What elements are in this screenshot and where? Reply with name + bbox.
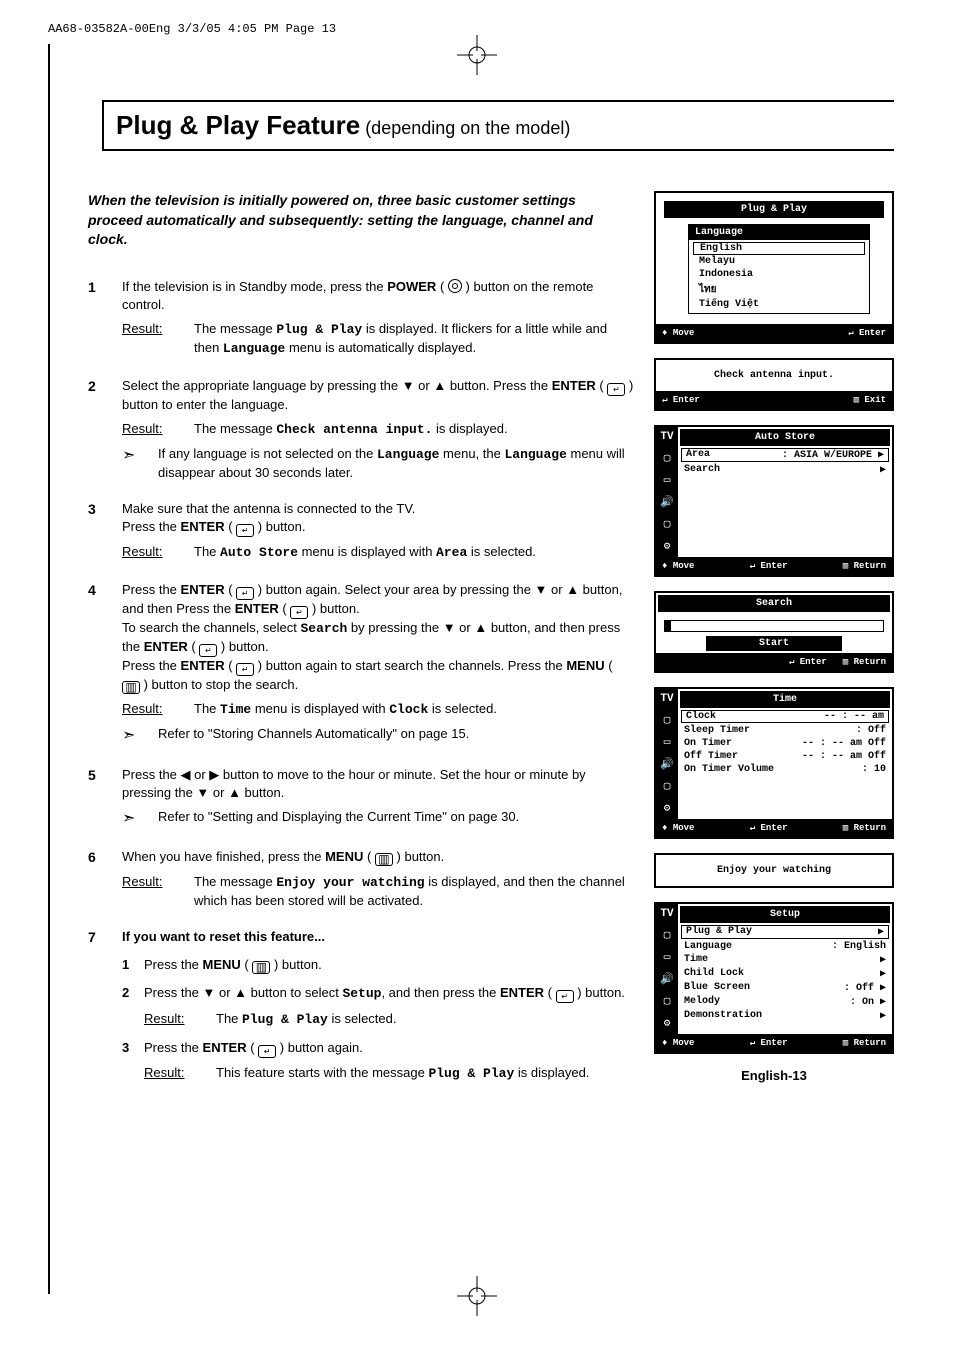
screen-check-antenna: Check antenna input. ↵ Enter ▥ Exit (654, 358, 894, 411)
step-1: 1 If the television is in Standby mode, … (88, 278, 634, 359)
aspect-icon: ▢ (664, 517, 671, 531)
speaker-icon: 🔊 (660, 495, 674, 509)
screen-auto-store: TV ▢ ▭ 🔊 ▢ ⚙ Auto Store Area: ASIA W/EUR… (654, 425, 894, 577)
enter-icon: ↵ (290, 606, 308, 619)
enter-icon: ↵ (607, 383, 625, 396)
enter-icon: ↵ (236, 524, 254, 537)
crop-mark-top (457, 35, 497, 75)
screen-enjoy: Enjoy your watching (654, 853, 894, 888)
lang-indonesia: Indonesia (689, 268, 869, 281)
lang-melayu: Melayu (689, 255, 869, 268)
enter-icon: ↵ (556, 990, 574, 1003)
lang-viet: Tiếng Việt (689, 298, 869, 311)
menu-icon (122, 681, 140, 694)
screen-setup: TV▢▭🔊▢⚙ Setup Plug & Play▶ Language: Eng… (654, 902, 894, 1054)
screen-plug-and-play: Plug & Play Language English Melayu Indo… (654, 191, 894, 344)
menu-icon (252, 961, 270, 974)
screen-search: Search Start ↵ Enter ▥ Return (654, 591, 894, 673)
power-icon (448, 279, 462, 293)
note-arrow-icon: ➣ (122, 725, 158, 747)
enter-icon: ↵ (258, 1045, 276, 1058)
doc-header-meta: AA68-03582A-00Eng 3/3/05 4:05 PM Page 13 (48, 22, 336, 36)
sound-icon: ▭ (664, 473, 671, 487)
step-6: 6 When you have finished, press the MENU… (88, 848, 634, 910)
intro-text: When the television is initially powered… (88, 191, 634, 250)
screen-time: TV▢▭🔊▢⚙ Time Clock-- : -- am Sleep Timer… (654, 687, 894, 839)
settings-icon: ⚙ (664, 539, 671, 553)
note-arrow-icon: ➣ (122, 445, 158, 482)
step-7: 7 If you want to reset this feature... 1… (88, 928, 634, 1083)
picture-icon: ▢ (664, 451, 671, 465)
enter-icon: ↵ (236, 587, 254, 600)
step-5: 5 Press the ◀ or ▶ button to move to the… (88, 766, 634, 831)
lang-thai: ไทย (689, 281, 869, 298)
enter-icon: ↵ (236, 663, 254, 676)
step-number: 1 (88, 278, 122, 359)
search-progress (664, 620, 884, 632)
result-label: Result: (122, 320, 194, 358)
menu-icon (375, 853, 393, 866)
lang-english: English (693, 242, 865, 255)
left-rule (48, 44, 50, 1294)
step-4: 4 Press the ENTER ( ↵ ) button again. Se… (88, 581, 634, 748)
step-3: 3 Make sure that the antenna is connecte… (88, 500, 634, 562)
enter-icon: ↵ (199, 644, 217, 657)
step-2: 2 Select the appropriate language by pre… (88, 377, 634, 483)
page-subtitle: (depending on the model) (360, 118, 570, 138)
screen-sidebar: TV ▢ ▭ 🔊 ▢ ⚙ (656, 427, 678, 557)
title-box: Plug & Play Feature (depending on the mo… (102, 100, 894, 151)
page-title: Plug & Play Feature (116, 110, 360, 140)
page-number: English-13 (654, 1068, 894, 1083)
note-arrow-icon: ➣ (122, 808, 158, 830)
